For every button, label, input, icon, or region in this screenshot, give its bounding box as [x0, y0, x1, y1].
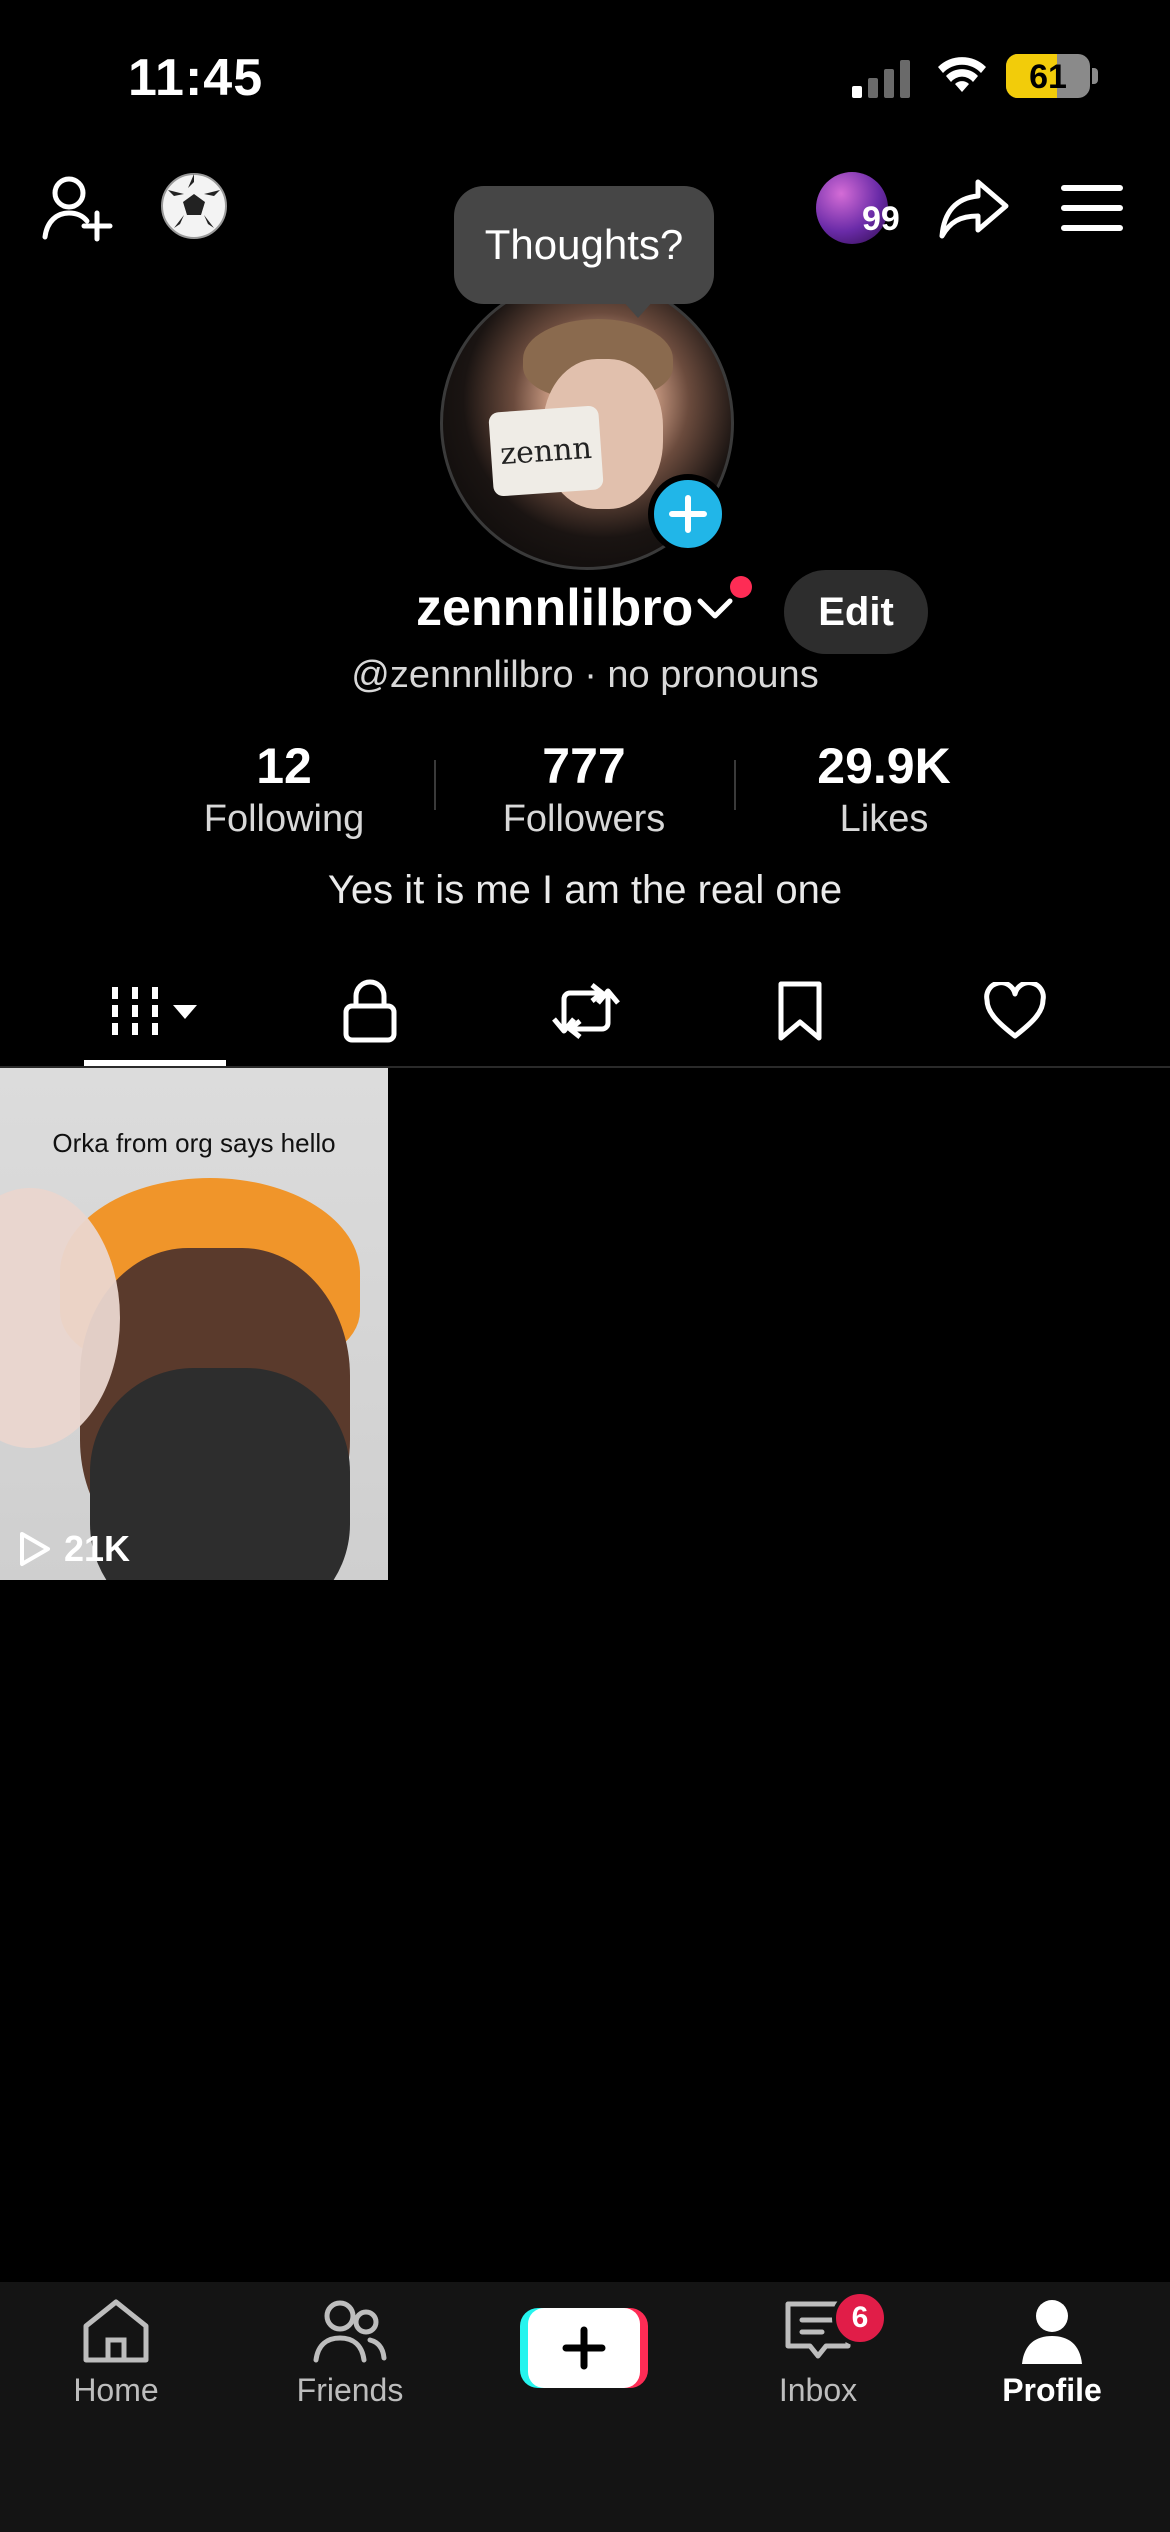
add-friend-button[interactable] [36, 168, 120, 248]
videos-grid-icon [112, 987, 197, 1035]
edit-profile-button[interactable]: Edit [784, 570, 928, 654]
wifi-icon [936, 54, 988, 96]
notification-dot [730, 576, 752, 598]
video-thumbnail[interactable]: Orka from org says hello 21K [0, 1068, 388, 1580]
followers-count: 777 [542, 738, 626, 794]
stat-divider [734, 760, 736, 810]
share-arrow-icon [939, 179, 1009, 239]
stat-divider [434, 760, 436, 810]
tab-saved[interactable] [760, 966, 840, 1056]
soccer-button[interactable] [158, 170, 230, 242]
likes-count: 29.9K [817, 738, 951, 794]
nav-profile-label: Profile [1002, 2372, 1102, 2408]
tab-liked[interactable] [972, 966, 1058, 1056]
followers-label: Followers [502, 798, 666, 840]
tab-reposts[interactable] [544, 966, 628, 1056]
nav-home[interactable]: Home [16, 2296, 216, 2409]
add-story-button[interactable] [648, 474, 728, 554]
stat-following[interactable]: 12 Following [174, 736, 394, 842]
nav-home-label: Home [73, 2372, 159, 2408]
tab-private[interactable] [330, 966, 410, 1056]
story-count: 99 [862, 200, 900, 238]
hamburger-menu-icon [1061, 185, 1123, 231]
person-plus-icon [42, 176, 113, 242]
share-button[interactable] [934, 168, 1014, 248]
home-icon [83, 2299, 149, 2363]
menu-button[interactable] [1054, 176, 1130, 240]
battery-percentage: 61 [1029, 58, 1067, 96]
create-button[interactable] [520, 2308, 648, 2388]
nav-friends-label: Friends [296, 2372, 404, 2408]
cellular-signal-icon [852, 58, 914, 98]
avatar-paper-note: zennn [488, 405, 604, 497]
following-label: Following [203, 798, 365, 840]
username[interactable]: zennnlilbro [416, 578, 693, 638]
tooltip-tail [622, 300, 654, 318]
following-count: 12 [256, 738, 312, 794]
video-caption: Orka from org says hello [52, 1128, 336, 1158]
lock-icon [343, 979, 397, 1043]
nav-profile[interactable]: Profile [952, 2296, 1152, 2409]
handle-pronouns: @zennnlilbro · no pronouns [351, 654, 819, 696]
heart-icon [984, 982, 1046, 1039]
friends-icon [313, 2300, 387, 2363]
plus-icon [669, 495, 707, 533]
video-views: 21K [18, 1528, 130, 1570]
likes-label: Likes [839, 798, 929, 840]
stat-followers[interactable]: 777 Followers [474, 736, 694, 842]
battery-icon: 61 [1006, 54, 1090, 98]
tab-videos[interactable] [84, 966, 226, 1056]
chevron-down-icon[interactable] [696, 596, 734, 622]
status-time: 11:45 [128, 49, 264, 107]
thoughts-tooltip[interactable]: Thoughts? [454, 186, 714, 304]
nav-friends[interactable]: Friends [250, 2296, 450, 2409]
repost-icon [552, 983, 620, 1039]
active-tab-indicator [84, 1060, 226, 1066]
inbox-badge: 6 [832, 2290, 888, 2346]
plus-icon [562, 2326, 606, 2370]
play-icon [20, 1532, 50, 1566]
profile-icon [1022, 2300, 1082, 2364]
stat-likes[interactable]: 29.9K Likes [774, 736, 994, 842]
nav-inbox[interactable]: Inbox [718, 2296, 918, 2409]
nav-inbox-label: Inbox [778, 2372, 858, 2408]
soccer-ball-icon [161, 173, 227, 239]
bookmark-icon [778, 981, 822, 1041]
view-count: 21K [64, 1528, 131, 1569]
profile-bio: Yes it is me I am the real one [327, 868, 843, 912]
battery-tip [1092, 68, 1098, 84]
create-button-face [528, 2308, 640, 2388]
